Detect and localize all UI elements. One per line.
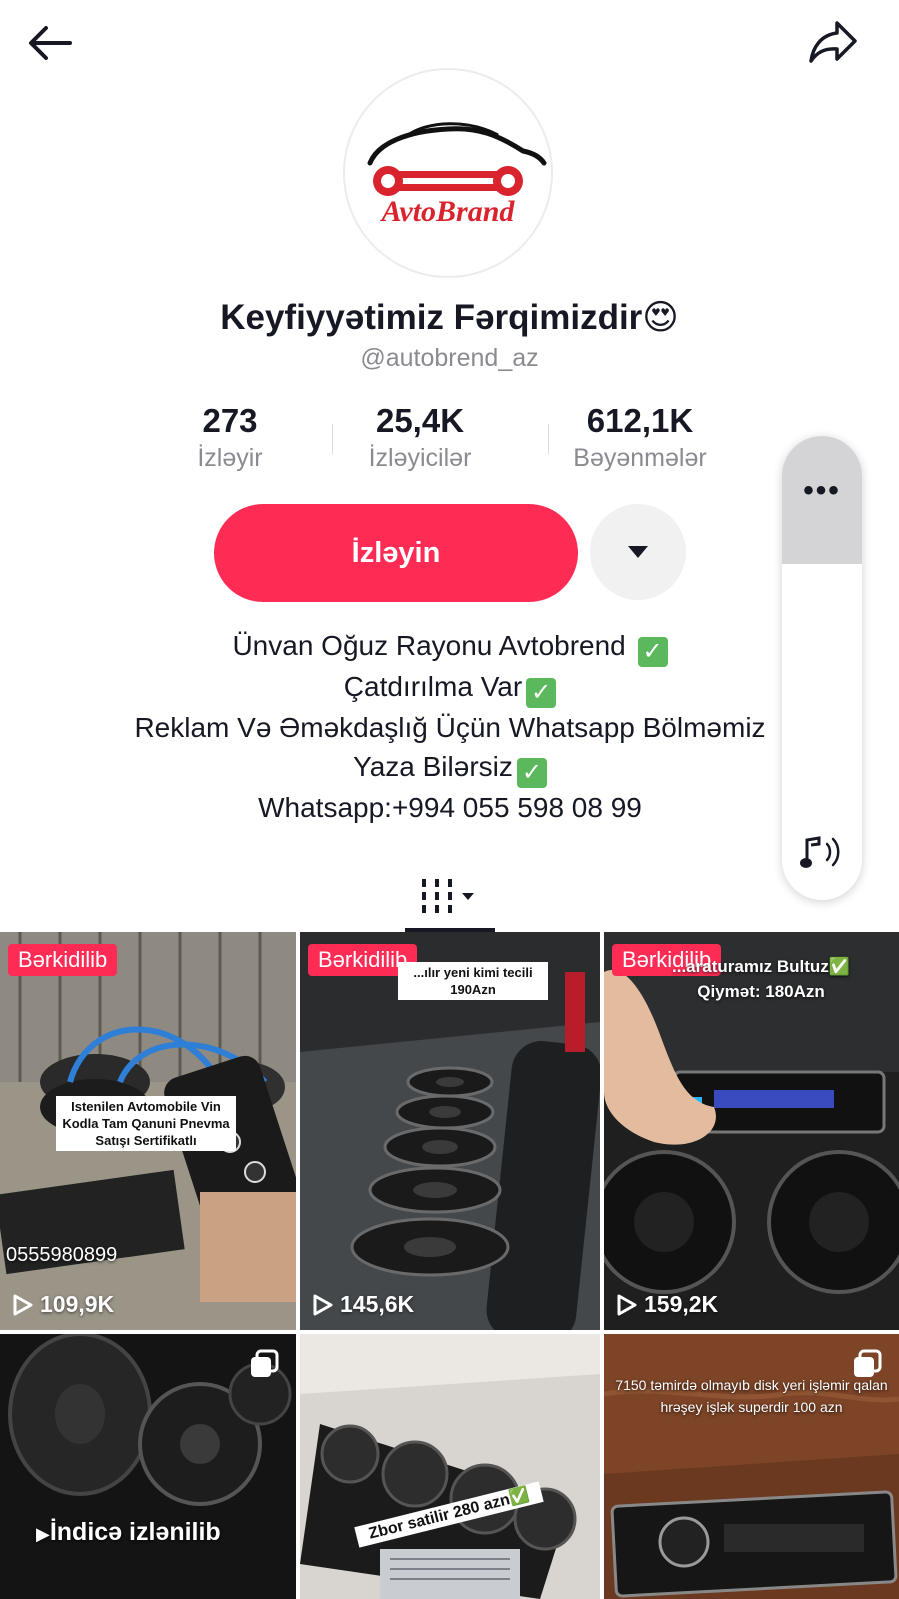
bio-line: Çatdırılma Var ✓ [80,667,820,708]
following-stat[interactable]: 273 İzləyir [150,402,310,482]
avatar[interactable]: AvtoBrand [343,68,553,278]
back-button[interactable] [22,18,78,68]
bio-text: Whatsapp:+994 055 598 08 99 [258,792,642,823]
likes-stat[interactable]: 612,1K Bəyənmələr [530,402,750,482]
likes-label: Bəyənmələr [573,444,707,472]
play-icon [13,1294,33,1315]
video-caption: 7150 təmirdə olmayıb disk yeri işləmir q… [615,1377,888,1415]
share-arrow-icon [809,21,857,63]
followers-label: İzləyicilər [368,444,472,472]
check-mark-icon: ✓ [637,637,668,667]
video-tile[interactable]: 7150 təmirdə olmayıb disk yeri işləmir q… [604,1334,899,1599]
view-count-value: 109,9K [40,1291,115,1317]
likes-count: 612,1K [586,402,694,439]
video-tile[interactable]: Bərkidilib ...araturamız Bultuz✅ Qiymət:… [604,932,899,1330]
share-button[interactable] [805,16,861,68]
followers-count: 25,4K [375,402,465,439]
following-label: İzləyir [197,444,263,472]
pinned-badge: Bərkidilib [8,944,118,976]
bio-line: Ünvan Oğuz Rayonu Avtobrend ✓ [80,626,820,667]
bio-text: Yaza Bilərsiz [353,751,513,782]
video-caption: Istenilen Avtomobile Vin Kodla Tam Qanun… [56,1096,236,1151]
suggested-accounts-dropdown-button[interactable] [590,504,686,600]
check-mark-icon: ✓ [516,758,547,788]
more-options-button[interactable]: ••• [782,436,862,564]
video-overlay-text: 0555980899 [6,1244,118,1266]
avatar-logo-text: AvtoBrand [380,195,516,228]
follow-button[interactable]: İzləyin [214,504,578,602]
view-count-value: 145,6K [340,1291,415,1317]
followers-stat[interactable]: 25,4K İzləyicilər [310,402,530,482]
tab-videos[interactable] [400,862,500,932]
video-thumbnail [300,1334,600,1599]
video-caption: ...araturamız Bultuz✅ Qiymət: 180Azn [672,957,850,1001]
bio-text: Ünvan Oğuz Rayonu Avtobrend [232,630,626,661]
view-count: 159,2K [616,1291,718,1318]
username: @autobrend_az [360,344,539,372]
display-name: Keyfiyyətimiz Fərqimizdir😍 [220,298,679,337]
bio-line: Whatsapp:+994 055 598 08 99 [80,788,820,827]
profile-stats: 273 İzləyir 25,4K İzləyicilər 612,1K Bəy… [150,402,750,482]
play-small-icon: ▶ [36,1524,50,1544]
avtobrand-logo: AvtoBrand [367,122,547,228]
recently-watched-text: İndicə izlənilib [49,1518,221,1546]
bio-line: Yaza Bilərsiz ✓ [80,747,820,788]
floating-side-panel: ••• [782,436,862,900]
video-caption: ...ılır yeni kimi tecili 190Azn [398,962,548,1000]
check-mark-icon: ✓ [526,678,557,708]
bio-text: Reklam Və Əməkdaşlığ Üçün Whatsapp Bölmə… [134,712,766,743]
view-count-value: 159,2K [644,1291,719,1317]
video-grid: Bərkidilib Istenilen Avtomobile Vin Kodl… [0,932,899,1599]
more-dots-icon: ••• [803,474,841,507]
multi-photo-icon [251,1349,279,1377]
caret-down-icon [628,546,648,558]
video-tile[interactable]: ▶İndicə izlənilib [0,1334,296,1599]
recently-watched-label: ▶İndicə izlənilib [36,1518,221,1547]
play-icon [313,1294,333,1315]
video-tile[interactable]: Zbor satilir 280 azn✅ [300,1334,600,1599]
bio-text: Çatdırılma Var [343,671,523,702]
following-count: 273 [202,402,258,439]
grid-bars-icon [422,879,474,913]
view-count: 145,6K [312,1291,414,1318]
arrow-left-icon [29,26,72,60]
profile-bio: Ünvan Oğuz Rayonu Avtobrend ✓ Çatdırılma… [80,626,820,827]
video-tile[interactable]: Bərkidilib ...ılır yeni kimi tecili 190A… [300,932,600,1330]
content-tabs [0,862,899,932]
play-icon [617,1294,637,1315]
view-count: 109,9K [12,1291,114,1318]
video-tile[interactable]: Bərkidilib Istenilen Avtomobile Vin Kodl… [0,932,296,1330]
bio-line: Reklam Və Əməkdaşlığ Üçün Whatsapp Bölmə… [80,708,820,747]
